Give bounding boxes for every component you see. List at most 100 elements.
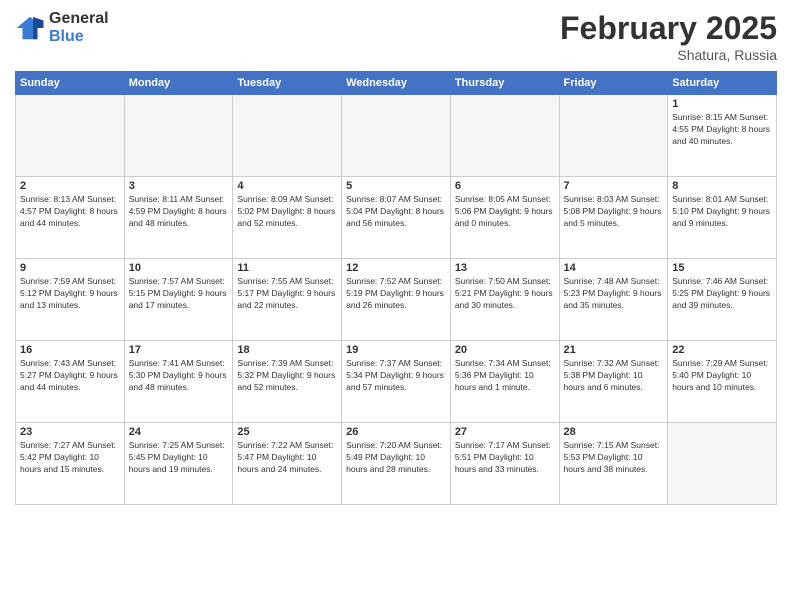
day-info-12: Sunrise: 7:52 AM Sunset: 5:19 PM Dayligh… bbox=[346, 276, 446, 312]
day-cell-w4-d0: 23Sunrise: 7:27 AM Sunset: 5:42 PM Dayli… bbox=[16, 423, 125, 505]
day-number-14: 14 bbox=[564, 262, 664, 274]
day-info-17: Sunrise: 7:41 AM Sunset: 5:30 PM Dayligh… bbox=[129, 358, 229, 394]
day-info-19: Sunrise: 7:37 AM Sunset: 5:34 PM Dayligh… bbox=[346, 358, 446, 394]
header-thursday: Thursday bbox=[450, 72, 559, 95]
day-cell-w0-d1 bbox=[124, 95, 233, 177]
week-row-1: 2Sunrise: 8:13 AM Sunset: 4:57 PM Daylig… bbox=[16, 177, 777, 259]
day-cell-w3-d3: 19 Sunrise: 7:37 AM Sunset: 5:34 PM Dayli… bbox=[342, 341, 451, 423]
day-info-9: Sunrise: 7:59 AM Sunset: 5:12 PM Dayligh… bbox=[20, 276, 120, 312]
day-info-5: Sunrise: 8:07 AM Sunset: 5:04 PM Dayligh… bbox=[346, 194, 446, 230]
day-number-16: 16 bbox=[20, 344, 120, 356]
day-cell-w0-d4 bbox=[450, 95, 559, 177]
day-cell-w1-d5: 7 Sunrise: 8:03 AM Sunset: 5:08 PM Daylig… bbox=[559, 177, 668, 259]
day-info-7: Sunrise: 8:03 AM Sunset: 5:08 PM Dayligh… bbox=[564, 194, 664, 230]
day-cell-w4-d1: 24 Sunrise: 7:25 AM Sunset: 5:45 PM Dayli… bbox=[124, 423, 233, 505]
day-cell-w4-d6 bbox=[668, 423, 777, 505]
day-number-9: 9 bbox=[20, 262, 120, 274]
week-row-2: 9 Sunrise: 7:59 AM Sunset: 5:12 PM Daylig… bbox=[16, 259, 777, 341]
header-sunday: Sunday bbox=[16, 72, 125, 95]
day-number-20: 20 bbox=[455, 344, 555, 356]
day-number-1: 1 bbox=[672, 98, 772, 110]
day-number-27: 27 bbox=[455, 426, 555, 438]
day-info-4: Sunrise: 8:09 AM Sunset: 5:02 PM Dayligh… bbox=[237, 194, 337, 230]
day-number-17: 17 bbox=[129, 344, 229, 356]
title-location: Shatura, Russia bbox=[560, 47, 777, 63]
day-cell-w2-d3: 12 Sunrise: 7:52 AM Sunset: 5:19 PM Dayli… bbox=[342, 259, 451, 341]
week-row-4: 23Sunrise: 7:27 AM Sunset: 5:42 PM Dayli… bbox=[16, 423, 777, 505]
day-number-19: 19 bbox=[346, 344, 446, 356]
day-number-23: 23 bbox=[20, 426, 120, 438]
day-number-13: 13 bbox=[455, 262, 555, 274]
day-cell-w3-d1: 17 Sunrise: 7:41 AM Sunset: 5:30 PM Dayli… bbox=[124, 341, 233, 423]
day-number-28: 28 bbox=[564, 426, 664, 438]
day-info-20: Sunrise: 7:34 AM Sunset: 5:36 PM Dayligh… bbox=[455, 358, 555, 394]
day-info-25: Sunrise: 7:22 AM Sunset: 5:47 PM Dayligh… bbox=[237, 440, 337, 476]
day-number-18: 18 bbox=[237, 344, 337, 356]
day-cell-w2-d2: 11 Sunrise: 7:55 AM Sunset: 5:17 PM Dayli… bbox=[233, 259, 342, 341]
day-cell-w2-d4: 13 Sunrise: 7:50 AM Sunset: 5:21 PM Dayli… bbox=[450, 259, 559, 341]
day-cell-w2-d1: 10Sunrise: 7:57 AM Sunset: 5:15 PM Dayli… bbox=[124, 259, 233, 341]
day-cell-w3-d0: 16 Sunrise: 7:43 AM Sunset: 5:27 PM Dayli… bbox=[16, 341, 125, 423]
day-cell-w0-d5 bbox=[559, 95, 668, 177]
day-info-8: Sunrise: 8:01 AM Sunset: 5:10 PM Dayligh… bbox=[672, 194, 772, 230]
day-number-6: 6 bbox=[455, 180, 555, 192]
header: General Blue February 2025 Shatura, Russ… bbox=[15, 10, 777, 63]
logo: General Blue bbox=[15, 10, 109, 45]
day-info-21: Sunrise: 7:32 AM Sunset: 5:38 PM Dayligh… bbox=[564, 358, 664, 394]
day-cell-w4-d3: 26 Sunrise: 7:20 AM Sunset: 5:49 PM Dayli… bbox=[342, 423, 451, 505]
day-info-24: Sunrise: 7:25 AM Sunset: 5:45 PM Dayligh… bbox=[129, 440, 229, 476]
day-number-22: 22 bbox=[672, 344, 772, 356]
logo-icon bbox=[15, 13, 45, 43]
day-info-10: Sunrise: 7:57 AM Sunset: 5:15 PM Dayligh… bbox=[129, 276, 229, 312]
day-number-12: 12 bbox=[346, 262, 446, 274]
day-number-4: 4 bbox=[237, 180, 337, 192]
day-info-26: Sunrise: 7:20 AM Sunset: 5:49 PM Dayligh… bbox=[346, 440, 446, 476]
title-month: February 2025 bbox=[560, 10, 777, 47]
day-cell-w1-d4: 6 Sunrise: 8:05 AM Sunset: 5:06 PM Daylig… bbox=[450, 177, 559, 259]
day-info-18: Sunrise: 7:39 AM Sunset: 5:32 PM Dayligh… bbox=[237, 358, 337, 394]
day-info-11: Sunrise: 7:55 AM Sunset: 5:17 PM Dayligh… bbox=[237, 276, 337, 312]
logo-blue-text: Blue bbox=[49, 28, 109, 46]
header-wednesday: Wednesday bbox=[342, 72, 451, 95]
weekday-header-row: Sunday Monday Tuesday Wednesday Thursday… bbox=[16, 72, 777, 95]
day-info-3: Sunrise: 8:11 AM Sunset: 4:59 PM Dayligh… bbox=[129, 194, 229, 230]
day-cell-w1-d6: 8 Sunrise: 8:01 AM Sunset: 5:10 PM Daylig… bbox=[668, 177, 777, 259]
day-cell-w0-d2 bbox=[233, 95, 342, 177]
day-cell-w2-d0: 9 Sunrise: 7:59 AM Sunset: 5:12 PM Daylig… bbox=[16, 259, 125, 341]
day-cell-w2-d5: 14 Sunrise: 7:48 AM Sunset: 5:23 PM Dayli… bbox=[559, 259, 668, 341]
header-tuesday: Tuesday bbox=[233, 72, 342, 95]
day-number-11: 11 bbox=[237, 262, 337, 274]
page: General Blue February 2025 Shatura, Russ… bbox=[0, 0, 792, 612]
day-info-13: Sunrise: 7:50 AM Sunset: 5:21 PM Dayligh… bbox=[455, 276, 555, 312]
day-info-1: Sunrise: 8:15 AM Sunset: 4:55 PM Dayligh… bbox=[672, 112, 772, 148]
day-info-14: Sunrise: 7:48 AM Sunset: 5:23 PM Dayligh… bbox=[564, 276, 664, 312]
day-number-7: 7 bbox=[564, 180, 664, 192]
week-row-0: 1 Sunrise: 8:15 AM Sunset: 4:55 PM Daylig… bbox=[16, 95, 777, 177]
day-info-16: Sunrise: 7:43 AM Sunset: 5:27 PM Dayligh… bbox=[20, 358, 120, 394]
day-info-22: Sunrise: 7:29 AM Sunset: 5:40 PM Dayligh… bbox=[672, 358, 772, 394]
day-cell-w0-d3 bbox=[342, 95, 451, 177]
day-number-3: 3 bbox=[129, 180, 229, 192]
day-number-25: 25 bbox=[237, 426, 337, 438]
day-info-6: Sunrise: 8:05 AM Sunset: 5:06 PM Dayligh… bbox=[455, 194, 555, 230]
day-cell-w3-d4: 20 Sunrise: 7:34 AM Sunset: 5:36 PM Dayli… bbox=[450, 341, 559, 423]
day-cell-w0-d0 bbox=[16, 95, 125, 177]
day-info-2: Sunrise: 8:13 AM Sunset: 4:57 PM Dayligh… bbox=[20, 194, 120, 230]
day-cell-w4-d4: 27 Sunrise: 7:17 AM Sunset: 5:51 PM Dayli… bbox=[450, 423, 559, 505]
day-info-27: Sunrise: 7:17 AM Sunset: 5:51 PM Dayligh… bbox=[455, 440, 555, 476]
day-number-26: 26 bbox=[346, 426, 446, 438]
logo-text: General Blue bbox=[49, 10, 109, 45]
day-cell-w4-d5: 28 Sunrise: 7:15 AM Sunset: 5:53 PM Dayli… bbox=[559, 423, 668, 505]
header-monday: Monday bbox=[124, 72, 233, 95]
week-row-3: 16 Sunrise: 7:43 AM Sunset: 5:27 PM Dayli… bbox=[16, 341, 777, 423]
day-cell-w1-d3: 5 Sunrise: 8:07 AM Sunset: 5:04 PM Daylig… bbox=[342, 177, 451, 259]
day-cell-w1-d2: 4 Sunrise: 8:09 AM Sunset: 5:02 PM Daylig… bbox=[233, 177, 342, 259]
day-number-24: 24 bbox=[129, 426, 229, 438]
header-saturday: Saturday bbox=[668, 72, 777, 95]
day-number-5: 5 bbox=[346, 180, 446, 192]
title-block: February 2025 Shatura, Russia bbox=[560, 10, 777, 63]
day-info-28: Sunrise: 7:15 AM Sunset: 5:53 PM Dayligh… bbox=[564, 440, 664, 476]
day-cell-w3-d5: 21Sunrise: 7:32 AM Sunset: 5:38 PM Dayli… bbox=[559, 341, 668, 423]
calendar-table: Sunday Monday Tuesday Wednesday Thursday… bbox=[15, 71, 777, 505]
day-number-8: 8 bbox=[672, 180, 772, 192]
